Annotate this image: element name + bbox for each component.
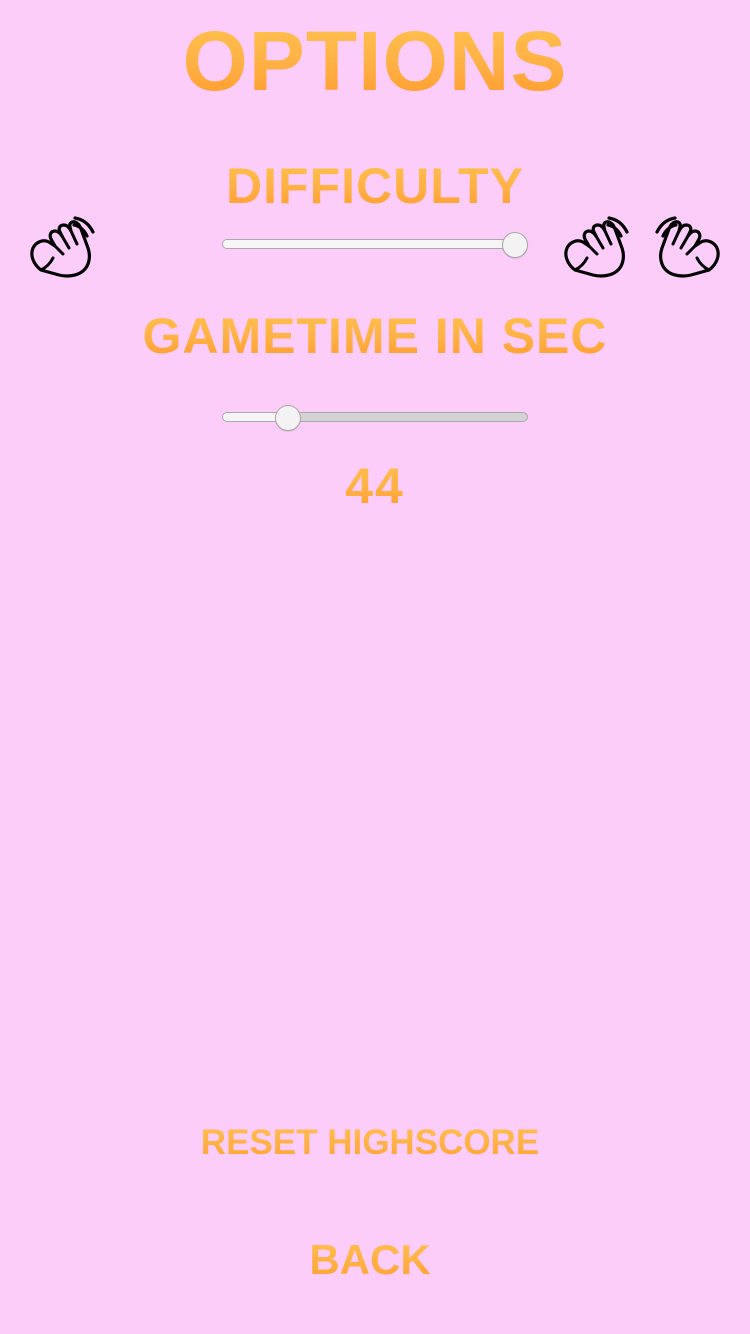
difficulty-slider-fill <box>223 240 516 248</box>
gametime-value: 44 <box>0 458 750 514</box>
two-hands-left-icon <box>564 216 629 278</box>
page-title: OPTIONS <box>0 18 750 104</box>
reset-highscore-button[interactable]: RESET HIGHSCORE <box>170 1118 570 1168</box>
back-button[interactable]: BACK <box>270 1232 470 1288</box>
options-screen: OPTIONS DIFFICULTY GAMETIME IN SEC 44 RE… <box>0 0 750 1334</box>
two-hands-right-icon <box>655 216 720 278</box>
difficulty-slider-track[interactable] <box>222 239 528 249</box>
gametime-label: GAMETIME IN SEC <box>0 308 750 364</box>
gametime-slider-thumb[interactable] <box>275 405 302 431</box>
gametime-slider-track[interactable] <box>222 412 528 422</box>
difficulty-slider-thumb[interactable] <box>502 232 528 258</box>
one-hand-icon <box>30 216 95 278</box>
difficulty-label: DIFFICULTY <box>0 158 750 214</box>
difficulty-slider[interactable] <box>222 232 528 258</box>
gametime-slider[interactable] <box>222 405 528 431</box>
